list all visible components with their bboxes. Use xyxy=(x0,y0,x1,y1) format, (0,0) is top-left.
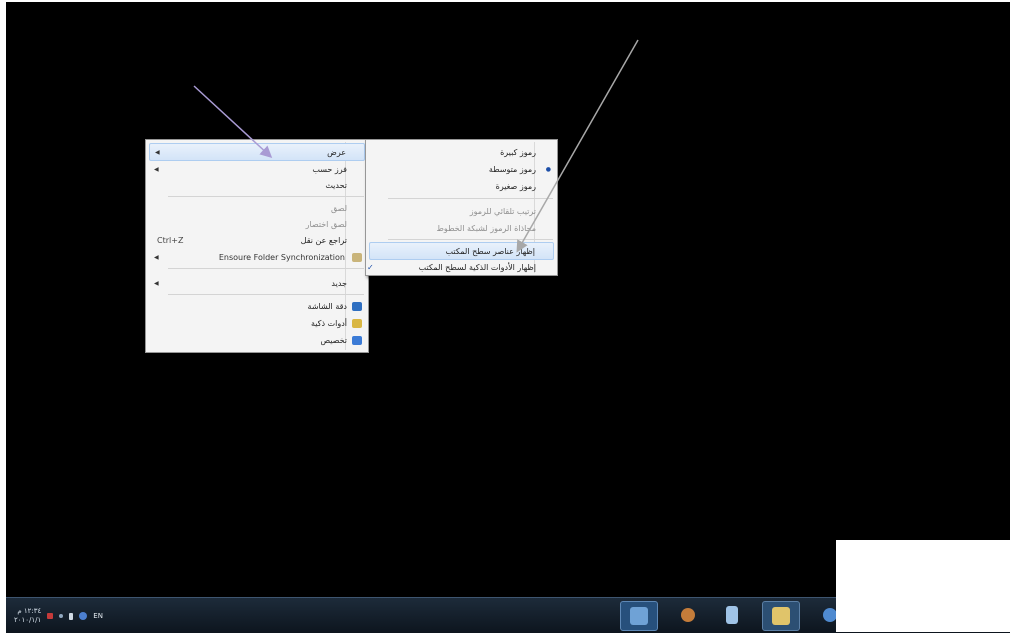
clock-time: ١٢:٣٤ م xyxy=(17,607,42,615)
taskbar-button-paint[interactable] xyxy=(670,601,706,629)
folder-icon xyxy=(772,607,790,625)
network-icon[interactable] xyxy=(59,614,64,618)
annotation-arrow-left xyxy=(193,85,273,159)
browser-icon xyxy=(823,608,837,622)
taskbar-button-notepad[interactable] xyxy=(714,601,750,629)
paint-icon xyxy=(681,608,695,622)
annotation-arrow-right xyxy=(516,39,639,253)
help-icon[interactable] xyxy=(79,612,88,620)
annotation-arrows xyxy=(193,39,639,253)
flag-icon[interactable] xyxy=(47,613,54,619)
system-tray: ١٢:٣٤ م ٢٠١٠/١/١ EN xyxy=(14,602,103,630)
notepad-icon xyxy=(726,606,738,624)
taskbar-button-explorer[interactable] xyxy=(762,601,800,631)
language-indicator[interactable]: EN xyxy=(93,612,103,620)
clock[interactable]: ١٢:٣٤ م ٢٠١٠/١/١ xyxy=(14,607,41,625)
volume-icon[interactable] xyxy=(69,612,74,620)
taskbar-button-show-desktop[interactable] xyxy=(620,601,658,631)
clock-date: ٢٠١٠/١/١ xyxy=(14,616,42,624)
redaction-box xyxy=(836,540,1010,632)
display-icon xyxy=(630,607,648,625)
